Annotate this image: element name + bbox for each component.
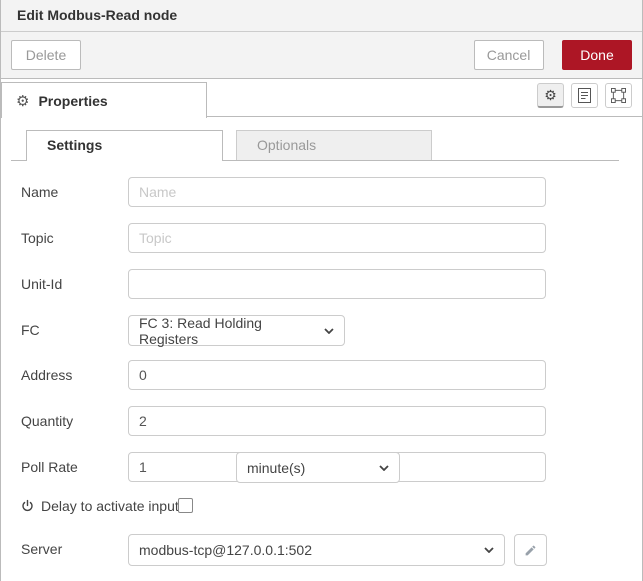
form-row-name: Name bbox=[21, 177, 642, 207]
settings-optionals-tab-bar: Settings Optionals bbox=[11, 130, 619, 161]
fc-selected-value: FC 3: Read Holding Registers bbox=[139, 315, 324, 347]
unit-id-label: Unit-Id bbox=[21, 276, 62, 292]
poll-rate-label: Poll Rate bbox=[21, 459, 78, 475]
chevron-down-icon bbox=[324, 328, 334, 334]
description-view-button[interactable] bbox=[571, 83, 598, 108]
gear-icon: ⚙ bbox=[16, 92, 29, 110]
quantity-label: Quantity bbox=[21, 413, 73, 429]
fc-label: FC bbox=[21, 322, 40, 338]
name-input[interactable] bbox=[128, 177, 546, 207]
dialog-toolbar: Delete Cancel Done bbox=[1, 32, 642, 79]
editor-view-buttons: ⚙ bbox=[537, 83, 632, 108]
selection-frame-icon bbox=[611, 88, 626, 103]
delay-label: Delay to activate input bbox=[41, 498, 179, 514]
gear-icon: ⚙ bbox=[544, 87, 557, 104]
form-row-topic: Topic bbox=[21, 223, 642, 253]
appearance-view-button[interactable] bbox=[605, 83, 632, 108]
server-label: Server bbox=[21, 541, 62, 557]
fc-select[interactable]: FC 3: Read Holding Registers bbox=[128, 315, 345, 346]
delete-button[interactable]: Delete bbox=[11, 40, 81, 70]
unit-id-input[interactable] bbox=[128, 269, 546, 299]
poll-rate-unit-value: minute(s) bbox=[247, 460, 305, 476]
tab-properties[interactable]: ⚙ Properties bbox=[1, 82, 207, 118]
edit-node-dialog: Edit Modbus-Read node Delete Cancel Done… bbox=[0, 0, 643, 581]
address-input[interactable] bbox=[128, 360, 546, 390]
pencil-icon bbox=[524, 544, 537, 557]
done-button[interactable]: Done bbox=[562, 40, 632, 70]
cancel-button[interactable]: Cancel bbox=[474, 40, 544, 70]
form-row-quantity: Quantity bbox=[21, 406, 642, 436]
form-row-server: Server modbus-tcp@127.0.0.1:502 bbox=[21, 534, 642, 564]
address-label: Address bbox=[21, 367, 72, 383]
chevron-down-icon bbox=[379, 465, 389, 471]
power-icon bbox=[21, 499, 34, 513]
name-label: Name bbox=[21, 184, 58, 200]
tab-settings[interactable]: Settings bbox=[26, 130, 223, 161]
quantity-input[interactable] bbox=[128, 406, 546, 436]
tab-optionals[interactable]: Optionals bbox=[236, 130, 432, 160]
chevron-down-icon bbox=[484, 547, 494, 553]
form-row-poll-rate: Poll Rate minute(s) bbox=[21, 452, 642, 482]
properties-tab-label: Properties bbox=[38, 93, 107, 109]
topic-input[interactable] bbox=[128, 223, 546, 253]
properties-tab-bar: ⚙ Properties ⚙ bbox=[1, 79, 642, 117]
server-selected-value: modbus-tcp@127.0.0.1:502 bbox=[139, 542, 312, 558]
dialog-title: Edit Modbus-Read node bbox=[1, 0, 642, 32]
form-row-address: Address bbox=[21, 360, 642, 390]
properties-view-button[interactable]: ⚙ bbox=[537, 83, 564, 108]
document-icon bbox=[578, 88, 591, 103]
form-row-unit-id: Unit-Id bbox=[21, 269, 642, 299]
toolbar-right-group: Cancel Done bbox=[474, 40, 632, 70]
form-row-delay: Delay to activate input bbox=[21, 496, 642, 516]
delay-checkbox[interactable] bbox=[178, 498, 193, 513]
form-row-fc: FC FC 3: Read Holding Registers bbox=[21, 315, 642, 345]
poll-rate-unit-select[interactable]: minute(s) bbox=[236, 452, 400, 483]
server-select[interactable]: modbus-tcp@127.0.0.1:502 bbox=[128, 534, 505, 566]
edit-server-button[interactable] bbox=[514, 534, 547, 566]
topic-label: Topic bbox=[21, 230, 54, 246]
